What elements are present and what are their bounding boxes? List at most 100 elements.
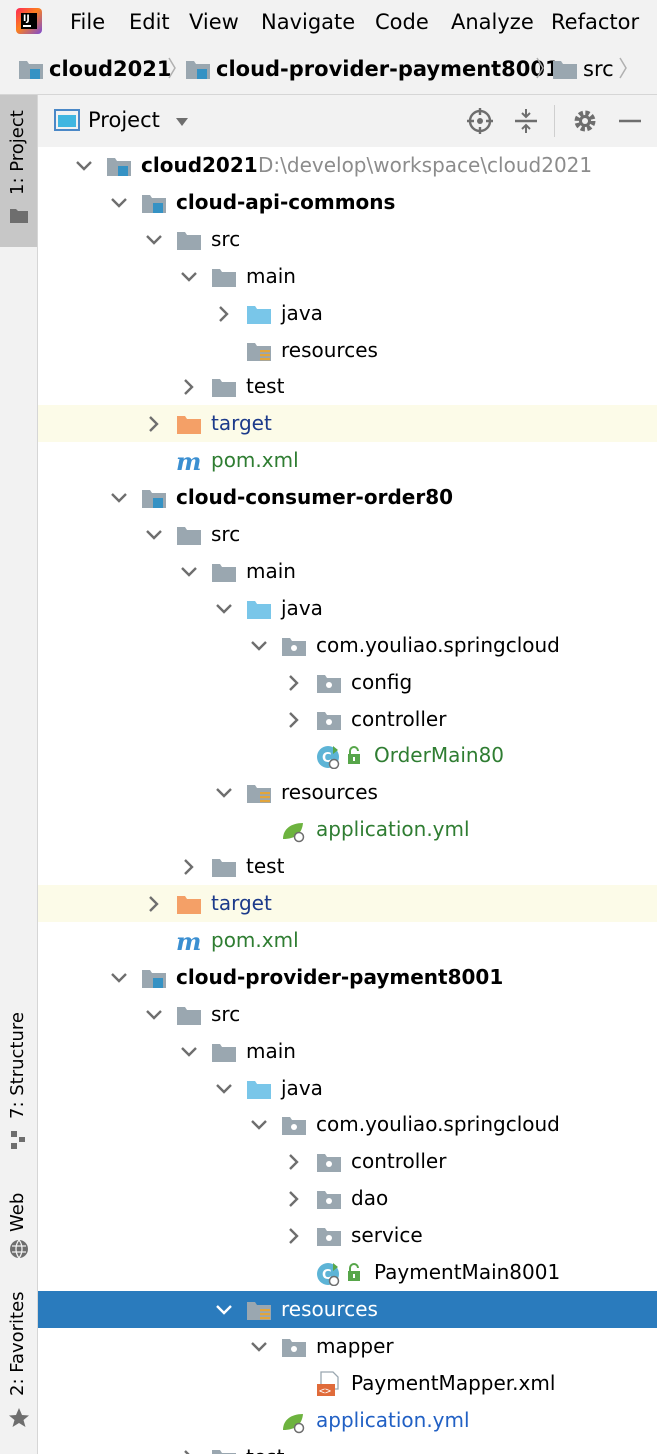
tree-row[interactable]: cloud-provider-payment8001: [38, 959, 657, 996]
collapse-all-icon[interactable]: [512, 107, 540, 135]
tree-row[interactable]: cloud-consumer-order80: [38, 479, 657, 516]
tree-row[interactable]: resources: [38, 1290, 657, 1328]
package-icon: [317, 1191, 341, 1210]
tree-item-label: java: [281, 1075, 323, 1100]
tree-row[interactable]: application.yml: [38, 1402, 657, 1439]
tab-web[interactable]: Web: [0, 1180, 37, 1260]
tab-project[interactable]: 1: Project: [0, 95, 37, 247]
tree-row[interactable]: main: [38, 1033, 657, 1070]
folder-icon: [177, 1006, 201, 1025]
menu-analyze[interactable]: Analyze: [451, 10, 534, 34]
tree-item-label: src: [211, 226, 241, 251]
tree-row[interactable]: m pom.xml: [38, 442, 657, 479]
tree-row[interactable]: main: [38, 258, 657, 295]
tab-structure[interactable]: 7: Structure: [0, 1012, 37, 1155]
tree-row[interactable]: main: [38, 553, 657, 590]
tree-item-label: controller: [351, 706, 447, 731]
chevron-right-icon[interactable]: [284, 1226, 304, 1246]
tree-row[interactable]: java: [38, 1070, 657, 1107]
tree-row[interactable]: java: [38, 590, 657, 627]
tree-row[interactable]: service: [38, 1217, 657, 1254]
tree-row[interactable]: mapper: [38, 1328, 657, 1365]
menu-edit[interactable]: Edit: [129, 10, 170, 34]
chevron-down-icon[interactable]: [214, 599, 234, 619]
chevron-down-icon[interactable]: [109, 193, 129, 213]
chevron-right-icon[interactable]: [284, 1152, 304, 1172]
tree-row[interactable]: resources: [38, 774, 657, 811]
folder-icon: [212, 379, 236, 398]
menu-refactor[interactable]: Refactor: [551, 10, 639, 34]
menu-file[interactable]: File: [70, 10, 105, 34]
chevron-down-icon[interactable]: [179, 562, 199, 582]
chevron-down-icon[interactable]: [179, 267, 199, 287]
tree-row[interactable]: src: [38, 221, 657, 258]
chevron-down-icon[interactable]: [109, 488, 129, 508]
project-view-selector[interactable]: Project: [88, 108, 160, 132]
tree-item-label: test: [246, 854, 285, 879]
menu-view[interactable]: View: [189, 10, 239, 34]
breadcrumb-label: cloud2021: [49, 57, 172, 81]
tree-item-label: test: [246, 1445, 284, 1454]
chevron-down-icon[interactable]: [214, 1079, 234, 1099]
tree-item-label: resources: [281, 1296, 378, 1321]
chevron-down-icon[interactable]: [109, 968, 129, 988]
tree-row[interactable]: src: [38, 516, 657, 553]
xml-file-icon: <>: [317, 1371, 339, 1397]
chevron-down-icon[interactable]: [249, 1115, 269, 1135]
chevron-down-icon[interactable]: [74, 156, 94, 176]
chevron-down-icon[interactable]: [144, 1005, 164, 1025]
tab-web-label: Web: [7, 1192, 28, 1232]
tree-row[interactable]: java: [38, 295, 657, 332]
tree-row[interactable]: config: [38, 664, 657, 701]
tree-row[interactable]: src: [38, 996, 657, 1033]
tree-row[interactable]: C PaymentMain8001: [38, 1254, 657, 1291]
tree-row[interactable]: cloud2021 D:\develop\workspace\cloud2021: [38, 147, 657, 184]
tree-row[interactable]: target: [38, 885, 657, 922]
chevron-right-icon[interactable]: [179, 377, 199, 397]
chevron-down-icon[interactable]: [249, 636, 269, 656]
tree-row[interactable]: test: [38, 368, 657, 405]
tree-row[interactable]: <> PaymentMapper.xml: [38, 1365, 657, 1402]
chevron-down-icon[interactable]: [175, 117, 189, 127]
chevron-down-icon[interactable]: [214, 1300, 234, 1320]
tree-row[interactable]: dao: [38, 1180, 657, 1217]
tree-row[interactable]: controller: [38, 1143, 657, 1180]
menu-navigate[interactable]: Navigate: [261, 10, 355, 34]
tab-favorites[interactable]: 2: Favorites: [0, 1290, 37, 1440]
tree-row[interactable]: C OrderMain80: [38, 737, 657, 774]
chevron-right-icon[interactable]: [144, 414, 164, 434]
tree-row[interactable]: resources: [38, 332, 657, 369]
tree-row[interactable]: test: [38, 1439, 657, 1454]
chevron-right-icon[interactable]: [144, 894, 164, 914]
tree-row[interactable]: test: [38, 848, 657, 885]
menu-code[interactable]: Code: [375, 10, 429, 34]
breadcrumb-item-src[interactable]: src: [552, 44, 614, 94]
chevron-right-icon[interactable]: [179, 1448, 199, 1454]
chevron-down-icon[interactable]: [144, 525, 164, 545]
tree-item-label: main: [246, 1038, 296, 1063]
tree-row[interactable]: m pom.xml: [38, 922, 657, 959]
gear-icon[interactable]: [571, 107, 599, 135]
chevron-right-icon[interactable]: [214, 304, 234, 324]
tree-row[interactable]: com.youliao.springcloud: [38, 1106, 657, 1143]
folder-icon: [553, 61, 577, 79]
chevron-right-icon[interactable]: [284, 1189, 304, 1209]
tree-row[interactable]: target: [38, 405, 657, 443]
chevron-right-icon[interactable]: [179, 857, 199, 877]
tab-structure-label: 7: Structure: [7, 1012, 28, 1119]
breadcrumb-item-payment8001[interactable]: cloud-provider-payment8001: [185, 44, 560, 94]
chevron-down-icon[interactable]: [144, 230, 164, 250]
chevron-down-icon[interactable]: [179, 1042, 199, 1062]
tree-row[interactable]: com.youliao.springcloud: [38, 627, 657, 664]
chevron-right-icon[interactable]: [284, 710, 304, 730]
tree-row[interactable]: controller: [38, 701, 657, 738]
tree-row[interactable]: application.yml: [38, 811, 657, 848]
locate-file-icon[interactable]: [466, 107, 494, 135]
tree-item-label: test: [246, 374, 285, 399]
breadcrumb-item-cloud2021[interactable]: cloud2021: [18, 44, 172, 94]
chevron-down-icon[interactable]: [214, 783, 234, 803]
chevron-right-icon[interactable]: [284, 673, 304, 693]
tree-row[interactable]: cloud-api-commons: [38, 184, 657, 221]
chevron-down-icon[interactable]: [249, 1337, 269, 1357]
minimize-icon[interactable]: [616, 107, 644, 135]
